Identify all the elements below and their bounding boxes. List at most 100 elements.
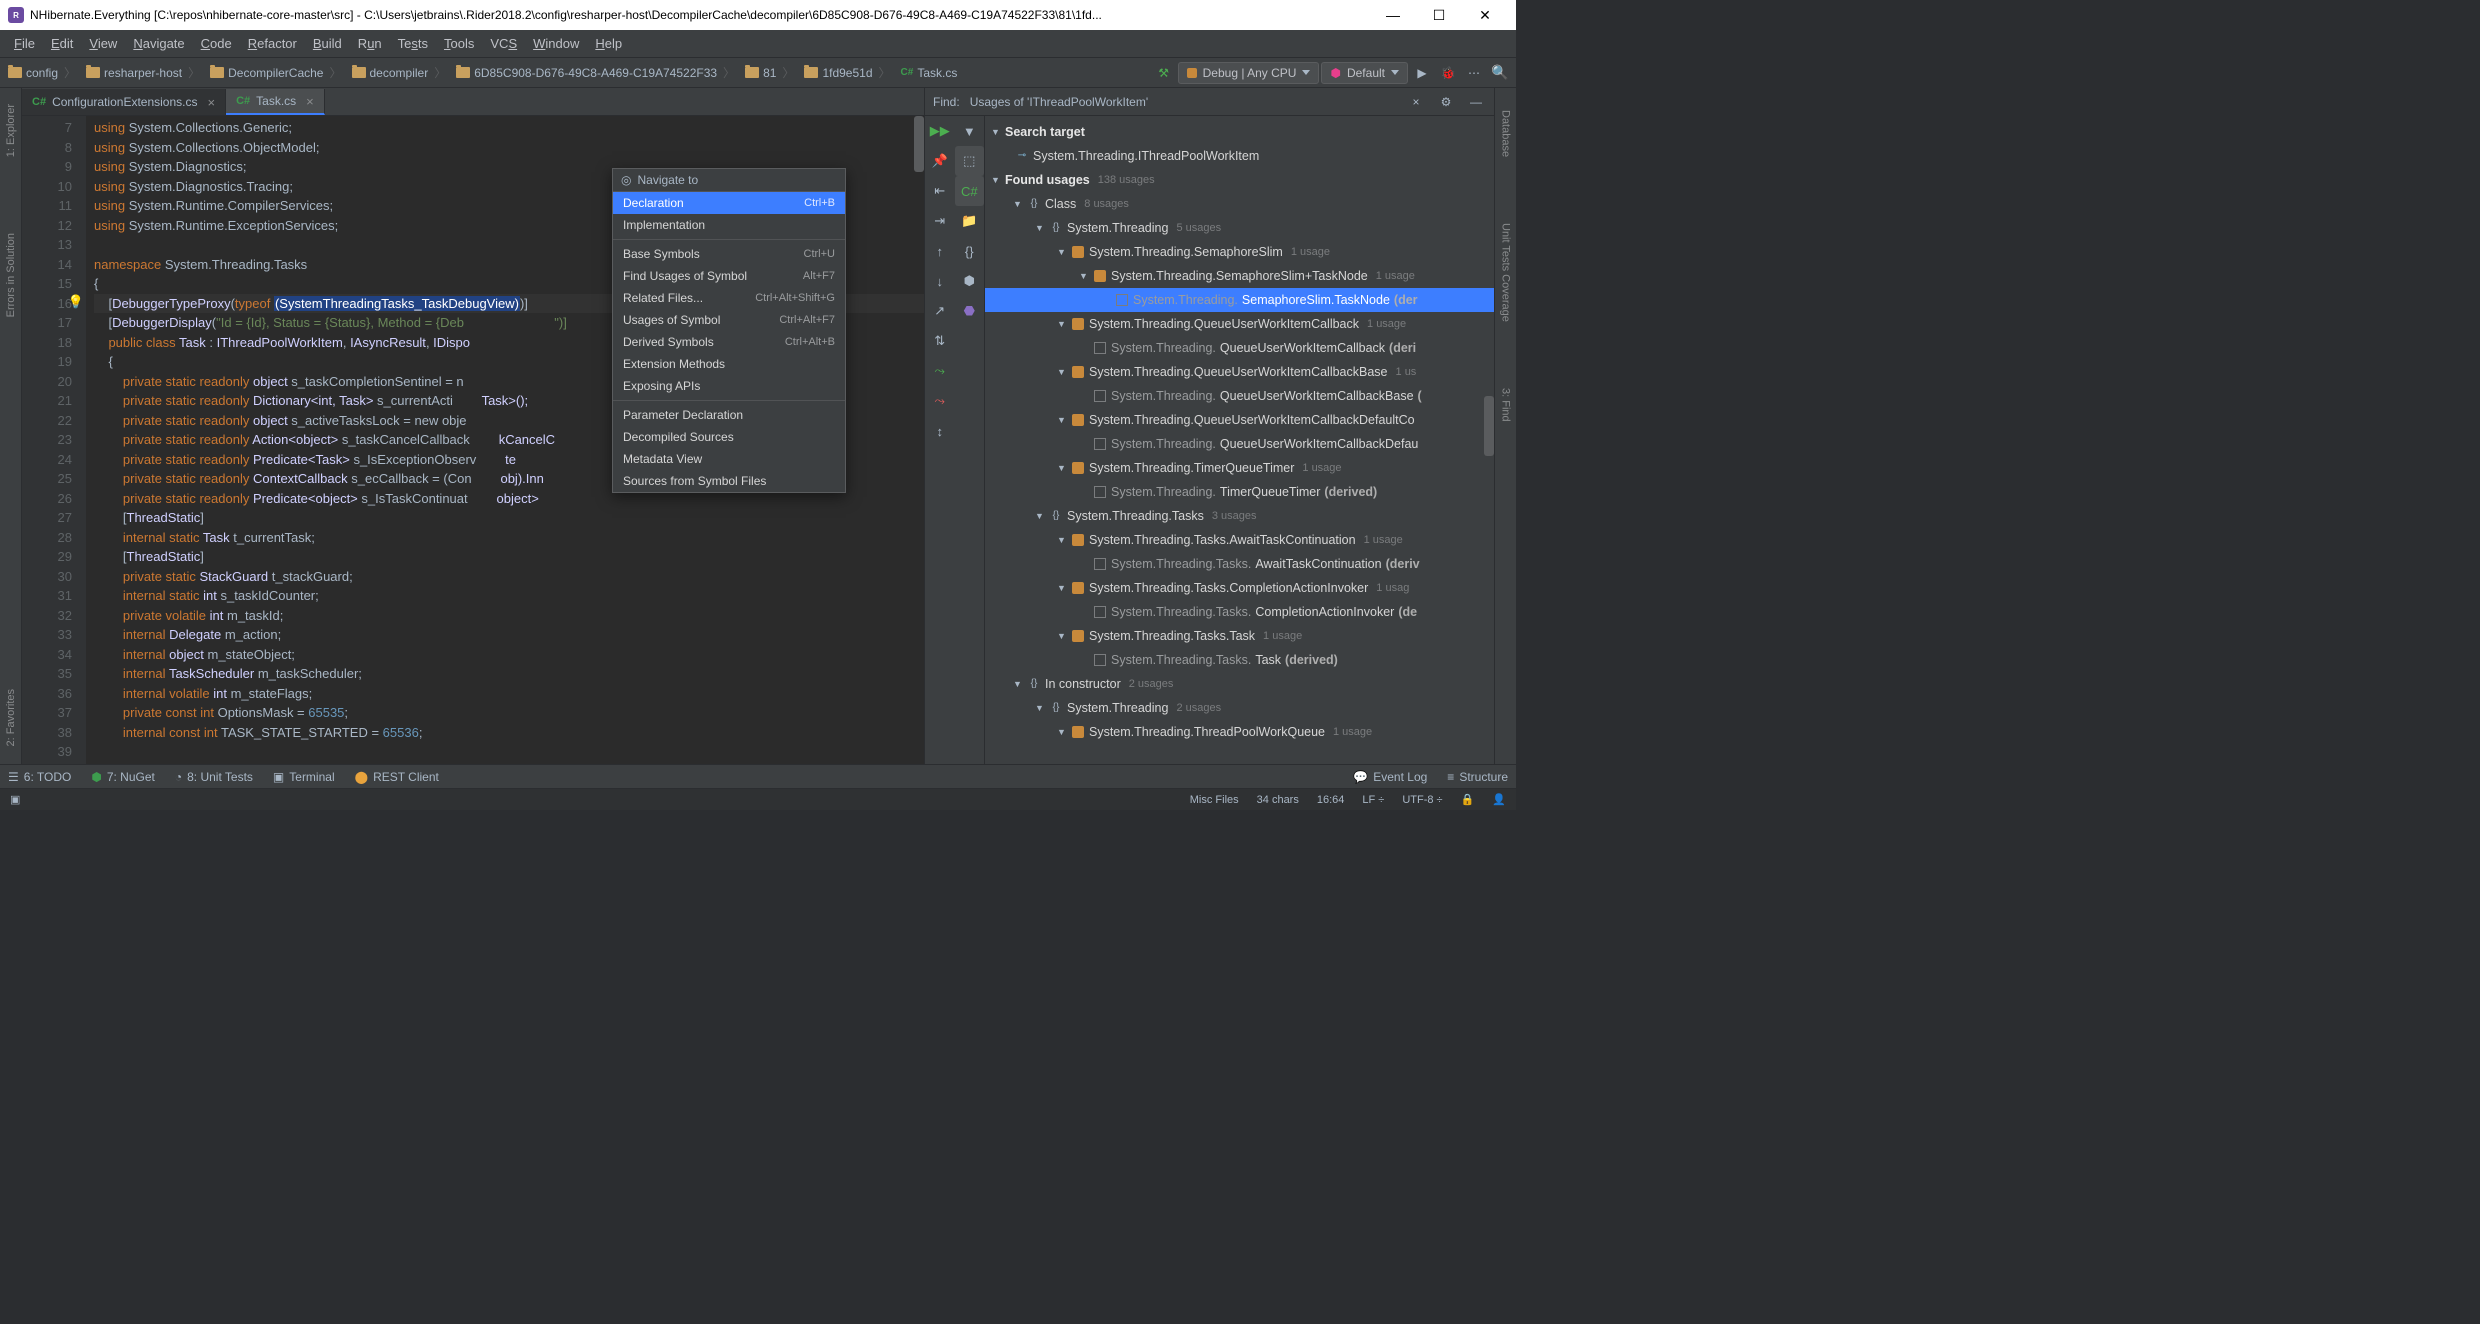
diff-icon[interactable]: ⤳	[925, 386, 955, 416]
tool-favorites[interactable]: 2: Favorites	[5, 681, 17, 754]
caret-icon[interactable]: ▼	[1057, 240, 1067, 264]
tree-node[interactable]: System.Threading.Tasks. CompletionAction…	[985, 600, 1494, 624]
tool-explorer[interactable]: 1: Explorer	[5, 96, 17, 165]
merge-icon[interactable]: ⤳	[925, 356, 955, 386]
menu-vcs[interactable]: VCS	[482, 36, 525, 51]
bottom-todo[interactable]: ☰6: TODO	[8, 770, 71, 784]
breadcrumb-item[interactable]: 1fd9e51d〉	[800, 64, 896, 81]
caret-icon[interactable]: ▼	[1057, 528, 1067, 552]
menu-item[interactable]: Base SymbolsCtrl+U	[613, 243, 845, 265]
checkbox-icon[interactable]	[1093, 557, 1107, 571]
menu-code[interactable]: Code	[193, 36, 240, 51]
menu-navigate[interactable]: Navigate	[125, 36, 192, 51]
menu-tests[interactable]: Tests	[390, 36, 436, 51]
checkbox-icon[interactable]	[1093, 341, 1107, 355]
run-button[interactable]: ▶	[1410, 61, 1434, 85]
menu-window[interactable]: Window	[525, 36, 587, 51]
menu-help[interactable]: Help	[587, 36, 630, 51]
tool-coverage[interactable]: Unit Tests Coverage	[1500, 215, 1512, 330]
caret-icon[interactable]: ▼	[1057, 456, 1067, 480]
search-icon[interactable]: 🔍	[1488, 61, 1512, 85]
code-line[interactable]: using System.Collections.Generic;	[94, 118, 924, 138]
run-config-selector[interactable]: Debug | Any CPU	[1178, 62, 1320, 84]
pin-icon[interactable]: 📌	[925, 146, 955, 176]
close-icon[interactable]: ×	[306, 94, 314, 109]
tree-node[interactable]: ▼System.Threading.Tasks.Task1 usage	[985, 624, 1494, 648]
caret-icon[interactable]: ▼	[1035, 216, 1045, 240]
caret-icon[interactable]: ▼	[1035, 696, 1045, 720]
csharp-icon[interactable]: C#	[955, 176, 985, 206]
tree-target-item[interactable]: ⊸ System.Threading.IThreadPoolWorkItem	[985, 144, 1494, 168]
menu-item[interactable]: Parameter Declaration	[613, 404, 845, 426]
default-config-selector[interactable]: ⬢ Default	[1321, 62, 1408, 84]
hammer-icon[interactable]: ⚒	[1152, 61, 1176, 85]
maximize-button[interactable]: ☐	[1416, 0, 1462, 30]
cube-icon[interactable]: ⬢	[955, 266, 985, 296]
breadcrumb-item[interactable]: 81〉	[741, 64, 800, 81]
caret-icon[interactable]: ▼	[1057, 312, 1067, 336]
tree-node[interactable]: ▼System.Threading.SemaphoreSlim+TaskNode…	[985, 264, 1494, 288]
find-scrollbar[interactable]	[1484, 396, 1494, 456]
expand-icon[interactable]: ⇥	[925, 206, 955, 236]
code-line[interactable]: [ThreadStatic]	[94, 547, 924, 567]
up-icon[interactable]: ↑	[925, 236, 955, 266]
tree-node[interactable]: ▼{}System.Threading.Tasks3 usages	[985, 504, 1494, 528]
cube2-icon[interactable]: ⬣	[955, 296, 985, 326]
menu-edit[interactable]: Edit	[43, 36, 81, 51]
tree-node[interactable]: ▼System.Threading.QueueUserWorkItemCallb…	[985, 312, 1494, 336]
settings-icon[interactable]: ↕	[925, 416, 955, 446]
code-line[interactable]: internal volatile int m_stateFlags;	[94, 684, 924, 704]
menu-build[interactable]: Build	[305, 36, 350, 51]
tool-find[interactable]: 3: Find	[1500, 380, 1512, 430]
gear-icon[interactable]: ⚙	[1436, 92, 1456, 112]
inspector-icon[interactable]: 👤	[1492, 793, 1506, 806]
caret-icon[interactable]: ▼	[1013, 672, 1023, 696]
menu-refactor[interactable]: Refactor	[240, 36, 305, 51]
checkbox-icon[interactable]	[1093, 437, 1107, 451]
menu-item[interactable]: Derived SymbolsCtrl+Alt+B	[613, 331, 845, 353]
code-line[interactable]: internal TaskScheduler m_taskScheduler;	[94, 664, 924, 684]
more-run-icon[interactable]: ⋯	[1462, 61, 1486, 85]
tool-errors[interactable]: Errors in Solution	[5, 225, 17, 325]
caret-icon[interactable]: ▼	[1057, 576, 1067, 600]
down-icon[interactable]: ↓	[925, 266, 955, 296]
minimize-button[interactable]: —	[1370, 0, 1416, 30]
tree-node[interactable]: ▼System.Threading.TimerQueueTimer1 usage	[985, 456, 1494, 480]
breadcrumb-item[interactable]: 6D85C908-D676-49C8-A469-C19A74522F33〉	[452, 64, 741, 81]
menu-item[interactable]: Exposing APIs	[613, 375, 845, 397]
tab-task[interactable]: C#Task.cs×	[226, 89, 325, 115]
debug-button[interactable]: 🐞	[1436, 61, 1460, 85]
tree-node[interactable]: ▼System.Threading.ThreadPoolWorkQueue1 u…	[985, 720, 1494, 744]
tree-node[interactable]: ▼{}System.Threading5 usages	[985, 216, 1494, 240]
breadcrumb-item[interactable]: resharper-host〉	[82, 64, 206, 81]
code-line[interactable]: internal static int s_taskIdCounter;	[94, 586, 924, 606]
caret-icon[interactable]: ▼	[1057, 360, 1067, 384]
menu-item[interactable]: DeclarationCtrl+B	[613, 192, 845, 214]
code-line[interactable]: private const int OptionsMask = 65535;	[94, 703, 924, 723]
checkbox-icon[interactable]	[1115, 293, 1129, 307]
tree-node[interactable]: ▼{}Class8 usages	[985, 192, 1494, 216]
status-linesep[interactable]: LF ÷	[1362, 794, 1384, 806]
tree-node[interactable]: ▼System.Threading.Tasks.CompletionAction…	[985, 576, 1494, 600]
tree-node[interactable]: System.Threading. SemaphoreSlim.TaskNode…	[985, 288, 1494, 312]
caret-icon[interactable]: ▼	[1057, 720, 1067, 744]
minimize-icon[interactable]: —	[1466, 92, 1486, 112]
export-icon[interactable]: ↗	[925, 296, 955, 326]
menu-tools[interactable]: Tools	[436, 36, 482, 51]
caret-icon[interactable]: ▼	[1013, 192, 1023, 216]
rerun-icon[interactable]: ▶▶	[925, 116, 955, 146]
lock-icon[interactable]: 🔒	[1461, 793, 1475, 806]
code-line[interactable]: using System.Collections.ObjectModel;	[94, 138, 924, 158]
bottom-rest[interactable]: ⬤REST Client	[355, 770, 439, 784]
bottom-structure[interactable]: ≡Structure	[1447, 770, 1508, 784]
menu-view[interactable]: View	[81, 36, 125, 51]
checkbox-icon[interactable]	[1093, 389, 1107, 403]
breadcrumb-item[interactable]: C#Task.cs	[897, 66, 962, 80]
layout-icon[interactable]: ⬚	[955, 146, 985, 176]
breadcrumb-item[interactable]: config〉	[4, 64, 82, 81]
tree-node[interactable]: ▼System.Threading.Tasks.AwaitTaskContinu…	[985, 528, 1494, 552]
bottom-unittests[interactable]: ◔8: Unit Tests	[175, 770, 253, 784]
tree-node[interactable]: ▼System.Threading.QueueUserWorkItemCallb…	[985, 360, 1494, 384]
close-icon[interactable]: ×	[1406, 92, 1426, 112]
caret-icon[interactable]: ▼	[1035, 504, 1045, 528]
